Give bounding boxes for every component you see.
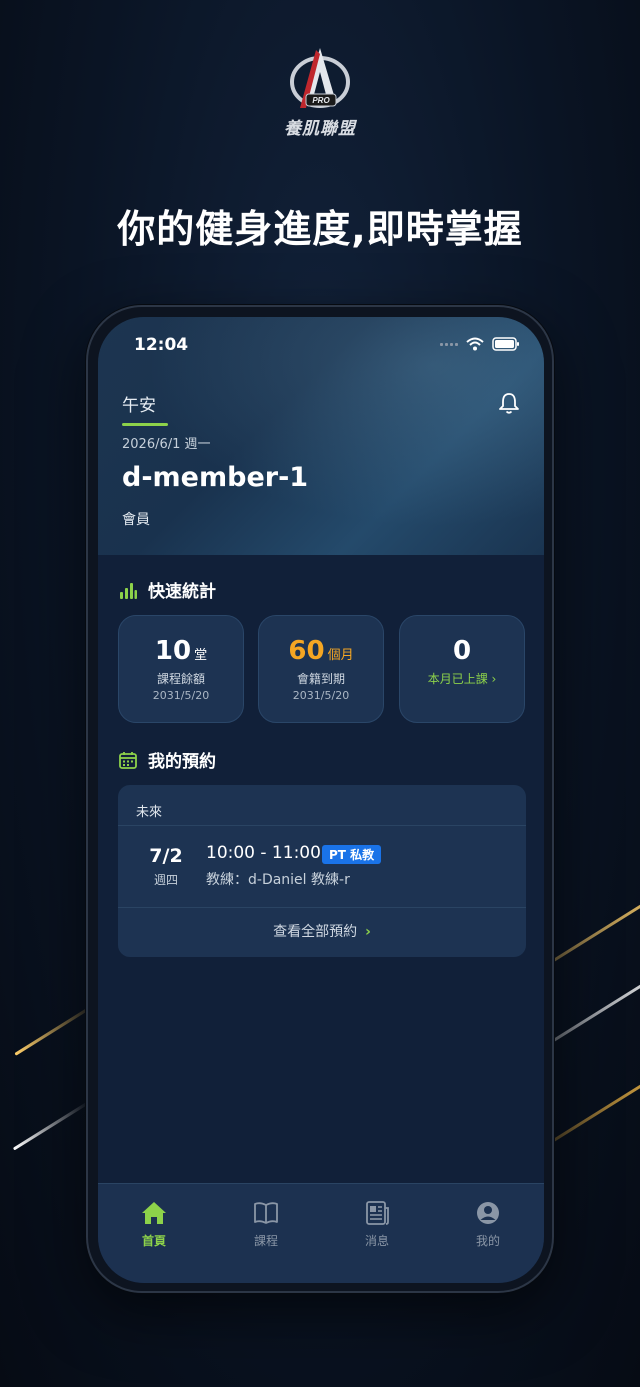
member-role: 會員	[122, 512, 150, 528]
tab-courses[interactable]: 課程	[226, 1200, 306, 1249]
booking-type-badge: PT 私教	[322, 845, 382, 864]
wifi-icon	[466, 337, 484, 351]
stat-sub: 2031/5/20	[152, 689, 210, 702]
tab-label: 首頁	[141, 1234, 166, 1248]
tab-label: 我的	[475, 1234, 500, 1248]
booking-time: 10:00 - 11:00	[206, 843, 321, 863]
news-icon	[366, 1201, 389, 1225]
header-banner: 12:04 午安 2026/6/1 週一 d-member-1 會員	[98, 317, 544, 555]
greeting-underline	[122, 423, 168, 426]
signal-icon	[440, 342, 458, 346]
brand-logo: PRO 養肌聯盟	[270, 44, 370, 140]
divider	[118, 907, 526, 908]
phone-frame: 12:04 午安 2026/6/1 週一 d-member-1 會員 快速統計 …	[86, 305, 554, 1293]
booking-coach: 教練：d-Daniel 教練-r	[206, 872, 350, 888]
stat-label: 會籍到期	[296, 672, 345, 686]
booking-weekday: 週四	[153, 873, 178, 887]
stat-value: 60	[288, 636, 325, 666]
promo-headline: 你的健身進度,即時掌握	[117, 207, 523, 251]
chevron-right-icon: ›	[365, 924, 371, 940]
calendar-icon	[119, 751, 137, 769]
bottom-tab-bar: 首頁 課程 消息 我的	[98, 1183, 544, 1283]
stat-label: 本月已上課 ›	[427, 672, 497, 686]
tab-label: 消息	[364, 1234, 389, 1248]
logo-text: 養肌聯盟	[284, 119, 356, 139]
logo-mark: PRO	[312, 96, 330, 105]
home-icon	[142, 1202, 166, 1224]
stat-card-membership[interactable]: 60 個月 會籍到期 2031/5/20	[258, 615, 384, 723]
stat-label: 課程餘額	[156, 672, 205, 686]
status-time: 12:04	[134, 335, 189, 355]
current-date: 2026/6/1 週一	[122, 437, 211, 452]
tab-home[interactable]: 首頁	[114, 1200, 194, 1249]
stat-card-classes-this-month[interactable]: 0 本月已上課 ›	[399, 615, 525, 723]
username: d-member-1	[122, 462, 309, 493]
stat-sub: 2031/5/20	[292, 689, 350, 702]
bell-icon[interactable]	[498, 391, 520, 415]
booking-date: 7/2	[149, 845, 183, 867]
app-screen: 12:04 午安 2026/6/1 週一 d-member-1 會員 快速統計 …	[98, 317, 544, 1283]
book-icon	[254, 1202, 278, 1224]
divider	[118, 825, 526, 826]
greeting: 午安	[122, 396, 156, 416]
tab-profile[interactable]: 我的	[448, 1200, 528, 1249]
stat-unit: 堂	[194, 648, 208, 663]
bookings-label: 我的預約	[148, 752, 216, 772]
tab-label: 課程	[253, 1234, 278, 1248]
quick-stats-label: 快速統計	[148, 582, 216, 602]
battery-icon	[492, 337, 519, 351]
view-all-label: 查看全部預約	[273, 924, 358, 940]
view-all-bookings-link[interactable]: 查看全部預約 ›	[118, 921, 526, 941]
light-streak	[12, 1100, 91, 1151]
bar-chart-icon	[120, 582, 137, 599]
bookings-title: 我的預約	[118, 747, 216, 772]
status-icons	[440, 337, 520, 351]
stat-card-balance[interactable]: 10 堂 課程餘額 2031/5/20	[118, 615, 244, 723]
future-section-label: 未來	[136, 805, 163, 820]
bookings-card: 未來 7/2 週四 10:00 - 11:00 PT 私教 教練：d-Danie…	[118, 785, 526, 957]
stat-value: 10	[154, 636, 192, 666]
stat-unit: 個月	[327, 648, 354, 663]
stat-value: 0	[452, 636, 472, 666]
tab-news[interactable]: 消息	[337, 1200, 417, 1249]
profile-icon	[477, 1202, 499, 1224]
quick-stats-title: 快速統計	[118, 577, 216, 602]
